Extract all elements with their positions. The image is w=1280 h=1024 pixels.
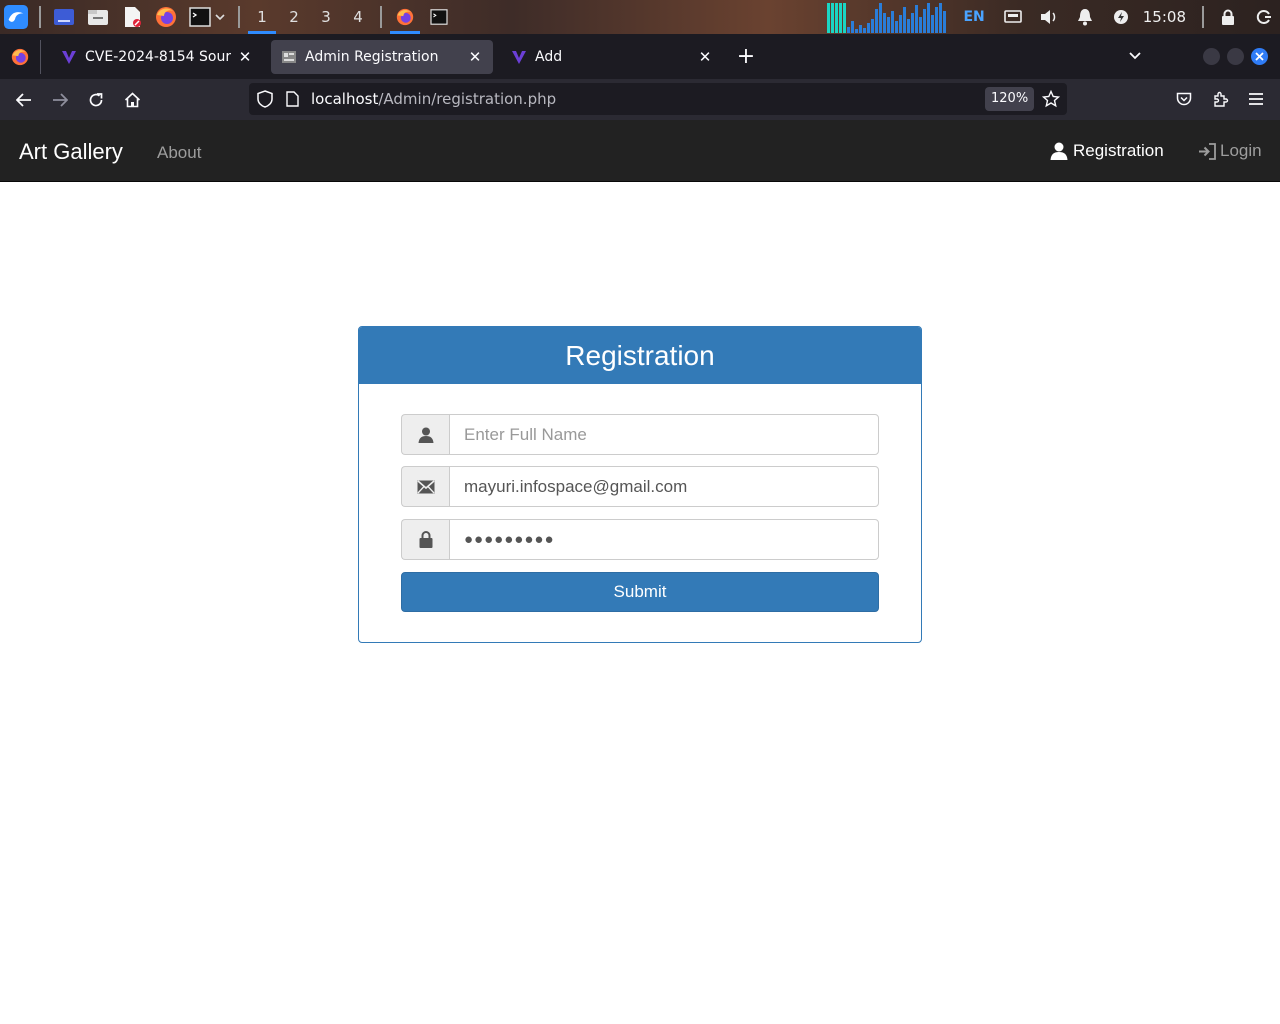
vulnerability-site-favicon-icon — [512, 50, 526, 64]
close-window-button[interactable] — [1251, 48, 1268, 65]
envelope-icon — [401, 466, 449, 507]
os-taskbar: 1 2 3 4 EN 15:08 — [0, 0, 1280, 34]
submit-button[interactable]: Submit — [401, 572, 879, 612]
full-name-input-group: Enter Full Name — [401, 414, 879, 455]
workspace-3[interactable]: 3 — [310, 0, 342, 34]
workspace-1[interactable]: 1 — [246, 0, 278, 34]
chevron-down-icon[interactable] — [214, 5, 226, 29]
power-manager-icon[interactable] — [1111, 7, 1131, 27]
puzzle-piece-icon — [1213, 91, 1228, 107]
workspace-4[interactable]: 4 — [342, 0, 374, 34]
chevron-down-icon — [1129, 52, 1141, 60]
tab-cve[interactable]: CVE-2024-8154 SourceCo ✕ — [51, 40, 263, 74]
close-icon[interactable]: ✕ — [697, 48, 713, 66]
nav-registration-link[interactable]: Registration — [1050, 141, 1164, 161]
lock-screen-icon[interactable] — [1218, 7, 1238, 27]
keyboard-layout-indicator[interactable]: EN — [963, 9, 984, 25]
site-brand-link[interactable]: Art Gallery — [19, 139, 123, 165]
vulnerability-site-favicon-icon — [62, 50, 76, 64]
app-menu-button[interactable] — [1238, 83, 1274, 115]
tab-label: Add — [535, 48, 563, 65]
maximize-window-button[interactable] — [1227, 48, 1244, 65]
tab-label: Admin Registration — [305, 48, 439, 65]
page-info-icon[interactable] — [285, 91, 299, 107]
text-editor-icon[interactable] — [120, 5, 144, 29]
list-all-tabs-button[interactable] — [1128, 46, 1142, 65]
panel-title: Registration — [359, 327, 921, 384]
nav-about-link[interactable]: About — [157, 143, 201, 163]
taskbar-terminal-window[interactable] — [422, 0, 456, 34]
tracking-protection-shield-icon[interactable] — [257, 90, 273, 108]
zoom-level-button[interactable]: 120% — [985, 87, 1035, 111]
hamburger-menu-icon — [1249, 93, 1263, 105]
url-path: /Admin/registration.php — [378, 90, 557, 108]
firefox-view-icon[interactable] — [8, 45, 32, 69]
forward-button[interactable] — [42, 84, 78, 116]
pocket-button[interactable] — [1166, 83, 1202, 115]
page-favicon-icon — [282, 50, 296, 63]
lock-icon — [401, 519, 449, 560]
close-icon[interactable]: ✕ — [467, 48, 483, 66]
file-manager-icon[interactable] — [86, 5, 110, 29]
email-input-group: mayuri.infospace@gmail.com — [401, 466, 879, 507]
tab-divider — [40, 39, 41, 74]
reload-icon — [89, 92, 103, 106]
full-name-input[interactable]: Enter Full Name — [449, 414, 879, 455]
app-launcher-icon[interactable] — [4, 5, 28, 29]
browser-toolbar: localhost/Admin/registration.php 120% — [0, 79, 1280, 120]
tab-admin-registration[interactable]: Admin Registration ✕ — [271, 39, 493, 74]
reload-button[interactable] — [78, 84, 114, 116]
minimize-window-button[interactable] — [1203, 48, 1220, 65]
tab-label: CVE-2024-8154 SourceCo — [85, 48, 231, 65]
nav-registration-label: Registration — [1073, 141, 1164, 160]
tab-add[interactable]: Add ✕ — [501, 40, 723, 74]
arrow-right-icon — [53, 92, 68, 107]
taskbar-separator — [380, 6, 382, 28]
login-icon — [1199, 142, 1216, 160]
arrow-left-icon — [16, 92, 31, 107]
volume-icon[interactable] — [1039, 7, 1059, 27]
url-bar[interactable]: localhost/Admin/registration.php 120% — [249, 83, 1067, 115]
cpu-usage-graph — [827, 1, 947, 33]
taskbar-separator — [39, 6, 41, 28]
url-host: localhost — [311, 90, 379, 108]
back-button[interactable] — [6, 84, 42, 116]
bookmark-star-icon[interactable] — [1042, 90, 1060, 108]
taskbar-separator — [1202, 6, 1204, 28]
extensions-button[interactable] — [1202, 83, 1238, 115]
workspace-2[interactable]: 2 — [278, 0, 310, 34]
logout-icon[interactable] — [1254, 7, 1274, 27]
home-button[interactable] — [114, 84, 150, 116]
browser-tab-strip: CVE-2024-8154 SourceCo ✕ Admin Registrat… — [0, 34, 1280, 79]
nav-login-link[interactable]: Login — [1198, 141, 1262, 161]
user-icon — [401, 414, 449, 455]
home-icon — [124, 91, 140, 107]
firefox-launcher-icon[interactable] — [154, 5, 178, 29]
notification-bell-icon[interactable] — [1075, 7, 1095, 27]
nav-login-label: Login — [1220, 141, 1262, 160]
taskbar-clock[interactable]: 15:08 — [1143, 8, 1186, 26]
close-icon[interactable]: ✕ — [237, 48, 253, 66]
new-tab-button[interactable]: + — [731, 44, 761, 69]
system-tray: EN 15:08 — [827, 0, 1280, 34]
user-icon — [1050, 142, 1068, 160]
password-input-group: ●●●●●●●●● — [401, 519, 879, 560]
taskbar-separator — [238, 6, 240, 28]
network-icon[interactable] — [1003, 7, 1023, 27]
close-icon — [1255, 52, 1264, 61]
registration-panel: Registration Enter Full Name mayuri.info… — [358, 326, 922, 643]
taskbar-firefox-window[interactable] — [388, 0, 422, 34]
show-desktop-icon[interactable] — [52, 5, 76, 29]
email-input[interactable]: mayuri.infospace@gmail.com — [449, 466, 879, 507]
site-navbar: Art Gallery About Registration Login — [0, 120, 1280, 182]
password-input[interactable]: ●●●●●●●●● — [449, 519, 879, 560]
terminal-launcher-icon[interactable] — [188, 5, 212, 29]
pocket-icon — [1176, 92, 1192, 105]
